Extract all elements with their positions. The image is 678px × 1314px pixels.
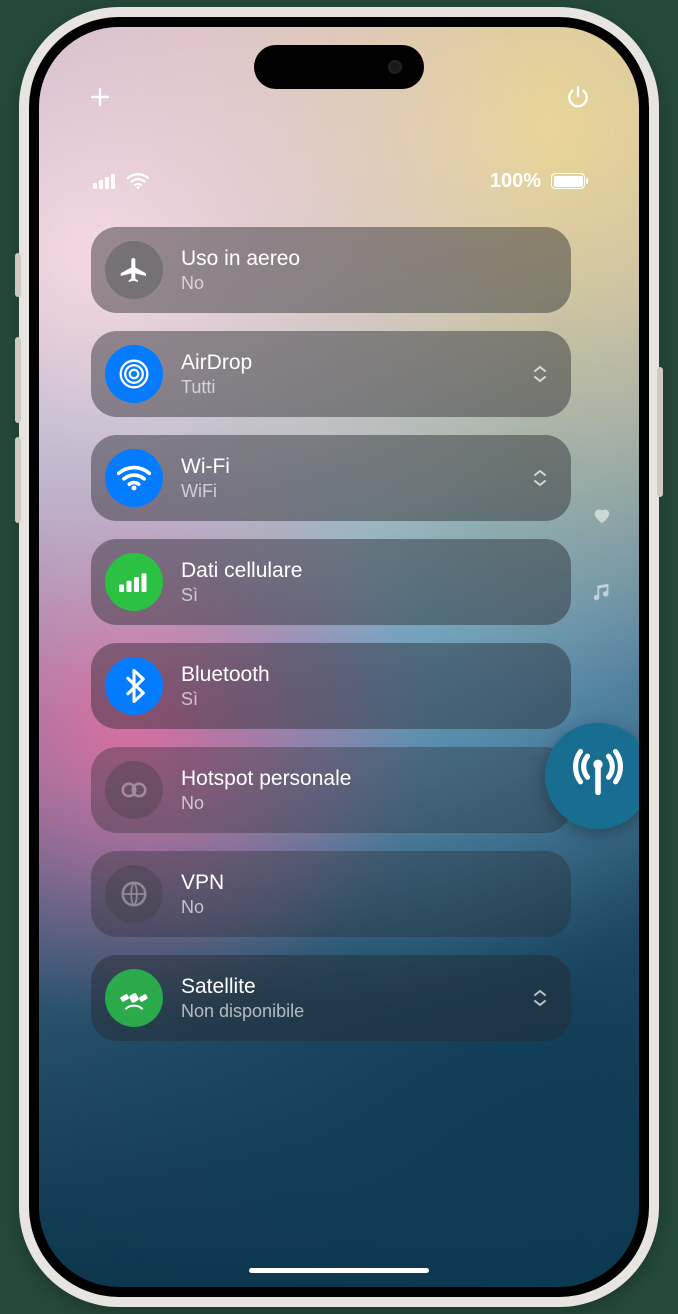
iphone-device: 100% Uso in aereo No bbox=[19, 7, 659, 1307]
wifi-icon bbox=[105, 449, 163, 507]
vpn-icon bbox=[105, 865, 163, 923]
expand-chevron-icon bbox=[529, 364, 551, 384]
row-hotspot[interactable]: Hotspot personale No bbox=[91, 747, 571, 833]
connectivity-list: Uso in aereo No AirDrop Tutti bbox=[91, 227, 571, 1041]
home-indicator[interactable] bbox=[249, 1268, 429, 1273]
row-subtitle: No bbox=[181, 793, 551, 815]
hw-button-vol-down bbox=[15, 437, 21, 523]
row-wifi[interactable]: Wi-Fi WiFi bbox=[91, 435, 571, 521]
row-title: Uso in aereo bbox=[181, 246, 551, 271]
cell-signal-icon bbox=[93, 173, 117, 189]
row-title: VPN bbox=[181, 870, 551, 895]
expand-chevron-icon bbox=[529, 468, 551, 488]
row-airplane-mode[interactable]: Uso in aereo No bbox=[91, 227, 571, 313]
plus-icon bbox=[88, 85, 112, 109]
row-subtitle: Non disponibile bbox=[181, 1001, 511, 1023]
hw-button-vol-up bbox=[15, 337, 21, 423]
row-title: AirDrop bbox=[181, 350, 511, 375]
antenna-icon bbox=[570, 748, 626, 804]
expand-chevron-icon bbox=[529, 988, 551, 1008]
bezel: 100% Uso in aereo No bbox=[29, 17, 649, 1297]
battery-icon bbox=[551, 173, 585, 189]
row-subtitle: Sì bbox=[181, 689, 551, 711]
cellular-icon bbox=[105, 553, 163, 611]
row-satellite[interactable]: Satellite Non disponibile bbox=[91, 955, 571, 1041]
power-button[interactable] bbox=[563, 82, 593, 112]
row-airdrop[interactable]: AirDrop Tutti bbox=[91, 331, 571, 417]
music-note-icon bbox=[591, 581, 613, 603]
row-cellular[interactable]: Dati cellulare Sì bbox=[91, 539, 571, 625]
row-subtitle: Tutti bbox=[181, 377, 511, 399]
page-indicators[interactable] bbox=[591, 505, 613, 603]
row-subtitle: Sì bbox=[181, 585, 551, 607]
row-title: Hotspot personale bbox=[181, 766, 551, 791]
row-subtitle: WiFi bbox=[181, 481, 511, 503]
control-center-topbar bbox=[39, 73, 639, 121]
satellite-icon bbox=[105, 969, 163, 1027]
hotspot-icon bbox=[105, 761, 163, 819]
add-button[interactable] bbox=[85, 82, 115, 112]
row-subtitle: No bbox=[181, 273, 551, 295]
row-title: Bluetooth bbox=[181, 662, 551, 687]
screen: 100% Uso in aereo No bbox=[39, 27, 639, 1287]
row-bluetooth[interactable]: Bluetooth Sì bbox=[91, 643, 571, 729]
wifi-status-icon bbox=[127, 173, 149, 189]
airdrop-icon bbox=[105, 345, 163, 403]
row-title: Dati cellulare bbox=[181, 558, 551, 583]
hw-button-ring bbox=[15, 253, 21, 297]
bluetooth-icon bbox=[105, 657, 163, 715]
power-icon bbox=[565, 84, 591, 110]
heart-icon bbox=[591, 505, 613, 525]
airplane-icon bbox=[105, 241, 163, 299]
row-vpn[interactable]: VPN No bbox=[91, 851, 571, 937]
row-title: Satellite bbox=[181, 974, 511, 999]
row-title: Wi-Fi bbox=[181, 454, 511, 479]
row-subtitle: No bbox=[181, 897, 551, 919]
status-bar: 100% bbox=[39, 161, 639, 201]
battery-pct: 100% bbox=[490, 170, 541, 193]
hw-button-side bbox=[657, 367, 663, 497]
